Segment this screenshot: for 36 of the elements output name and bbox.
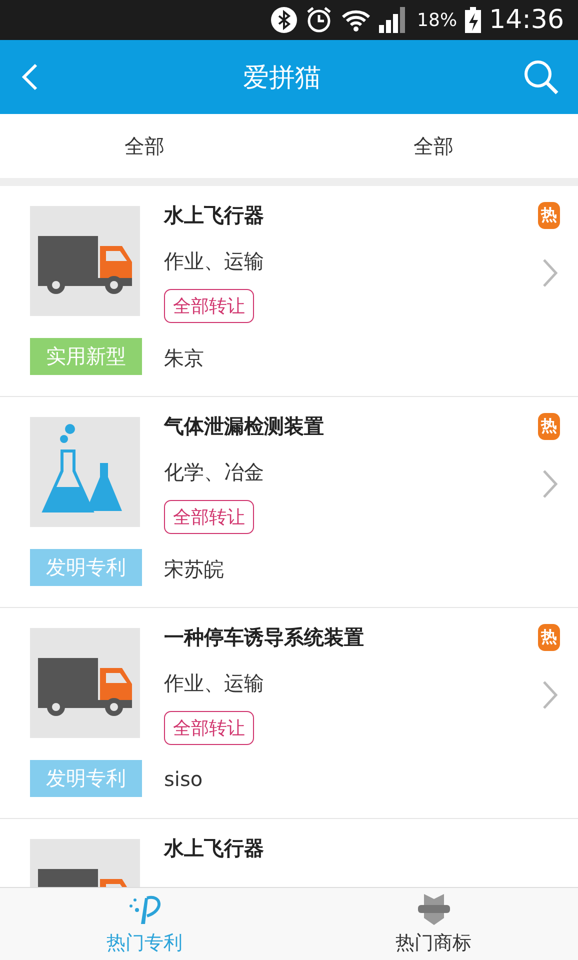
page-title: 爱拼猫 bbox=[243, 62, 321, 94]
patent-title: 水上飞行器 bbox=[164, 835, 264, 862]
patent-title: 气体泄漏检测装置 bbox=[164, 413, 324, 440]
owner-name: siso bbox=[164, 767, 203, 791]
owner-name: 朱京 bbox=[164, 345, 204, 372]
type-label: 发明专利 bbox=[30, 760, 142, 797]
owner-name: 宋苏皖 bbox=[164, 556, 224, 583]
patent-card[interactable]: 发明专利 气体泄漏检测装置 化学、冶金 全部转让 宋苏皖 热 bbox=[0, 397, 578, 608]
truck-icon bbox=[30, 206, 140, 316]
battery-icon bbox=[465, 7, 482, 33]
bluetooth-icon bbox=[271, 7, 298, 33]
chevron-icon bbox=[542, 469, 558, 499]
transfer-tag: 全部转让 bbox=[164, 289, 254, 323]
patent-card[interactable]: 发明专利 一种停车诱导系统装置 作业、运输 全部转让 siso 热 bbox=[0, 608, 578, 819]
battery-percent: 18% bbox=[417, 10, 458, 30]
hot-badge: 热 bbox=[538, 413, 560, 440]
alarm-clock-icon bbox=[305, 6, 334, 34]
clock-time: 14:36 bbox=[489, 5, 564, 35]
patent-category: 作业、运输 bbox=[164, 670, 264, 697]
truck-icon bbox=[30, 628, 140, 738]
chevron-icon bbox=[542, 680, 558, 710]
bottom-tab[interactable]: 热门商标 bbox=[289, 888, 578, 960]
patent-title: 水上飞行器 bbox=[164, 202, 264, 229]
hot-badge: 热 bbox=[538, 624, 560, 651]
wifi-icon bbox=[341, 8, 372, 32]
transfer-tag: 全部转让 bbox=[164, 500, 254, 534]
patent-category: 化学、冶金 bbox=[164, 459, 264, 486]
patent-category: 作业、运输 bbox=[164, 248, 264, 275]
type-label: 发明专利 bbox=[30, 549, 142, 586]
chevron-icon bbox=[542, 258, 558, 288]
type-label: 实用新型 bbox=[30, 338, 142, 375]
patent-title: 一种停车诱导系统装置 bbox=[164, 624, 364, 651]
transfer-tag: 全部转让 bbox=[164, 711, 254, 745]
flask-icon bbox=[30, 417, 140, 527]
hot-badge: 热 bbox=[538, 202, 560, 229]
patent-card[interactable]: 实用新型 水上飞行器 作业、运输 全部转让 朱京 热 bbox=[0, 186, 578, 397]
